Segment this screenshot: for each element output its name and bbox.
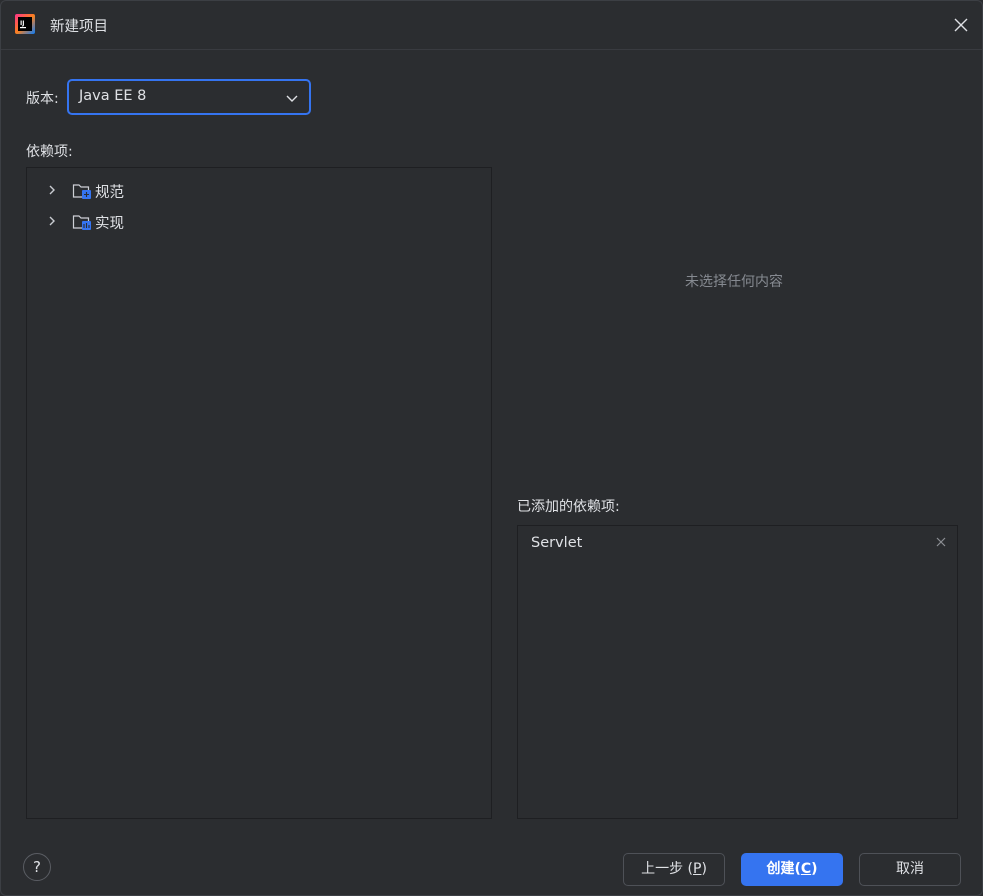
previous-button[interactable]: 上一步 (P) — [623, 853, 725, 886]
cancel-button[interactable]: 取消 — [859, 853, 961, 886]
dependencies-tree[interactable]: 规范 实现 — [26, 167, 492, 819]
chevron-right-icon[interactable] — [47, 215, 57, 227]
version-label: 版本: — [26, 91, 59, 107]
create-mnemonic: C — [800, 861, 812, 877]
added-dependencies-list: Servlet — [517, 525, 958, 819]
version-selected-value: Java EE 8 — [79, 88, 147, 104]
create-close-paren: ) — [811, 861, 818, 877]
close-icon[interactable] — [952, 16, 970, 34]
tree-node-spec[interactable]: 规范 — [27, 176, 491, 204]
help-button[interactable]: ? — [23, 853, 51, 881]
empty-selection-text: 未选择任何内容 — [685, 274, 783, 290]
chevron-right-icon[interactable] — [47, 184, 57, 196]
version-dropdown[interactable]: Java EE 8 — [67, 79, 311, 115]
remove-icon[interactable] — [935, 536, 947, 548]
previous-close-paren: ) — [701, 861, 707, 877]
previous-button-label: 上一步 ( — [641, 861, 693, 877]
svg-text:IJ: IJ — [20, 20, 24, 27]
create-button-label: 创建( — [766, 861, 801, 877]
intellij-logo-icon: IJ — [15, 14, 35, 34]
cancel-button-label: 取消 — [896, 861, 924, 877]
dialog-title: 新建项目 — [50, 19, 108, 35]
chevron-down-icon — [286, 95, 298, 102]
folder-spec-icon — [72, 184, 91, 199]
dependencies-label: 依赖项: — [26, 144, 73, 160]
tree-node-label: 实现 — [95, 216, 124, 232]
help-icon: ? — [33, 858, 41, 876]
tree-node-impl[interactable]: 实现 — [27, 207, 491, 235]
added-dependencies-label: 已添加的依赖项: — [517, 499, 620, 515]
create-button[interactable]: 创建(C) — [741, 853, 843, 886]
title-bar: IJ 新建项目 — [1, 1, 982, 50]
tree-node-label: 规范 — [95, 185, 124, 201]
added-item-label: Servlet — [531, 535, 583, 551]
new-project-dialog: IJ 新建项目 版本: Java EE 8 依赖项: 规范 实现 未选择任何内容… — [0, 0, 983, 896]
list-item[interactable]: Servlet — [518, 526, 957, 558]
folder-impl-icon — [72, 215, 91, 230]
